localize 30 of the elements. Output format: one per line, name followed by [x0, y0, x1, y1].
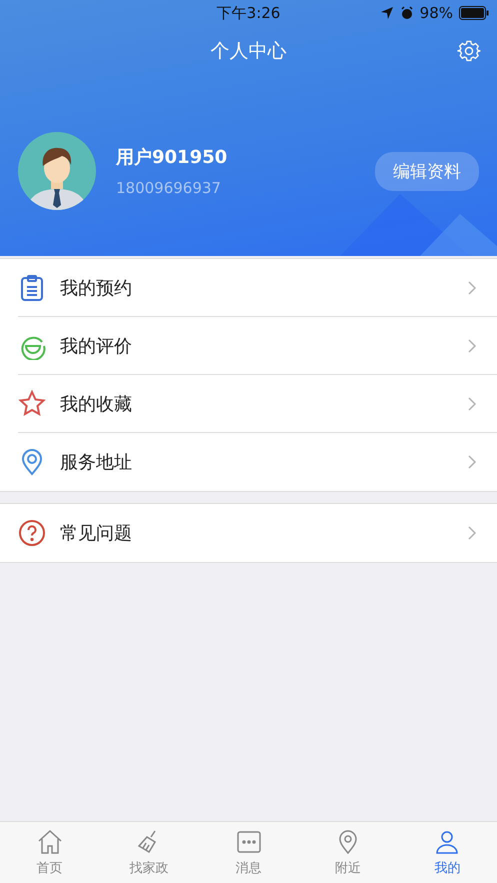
chevron-icon: [467, 338, 477, 354]
tab[interactable]: 找家政: [99, 822, 199, 883]
tab[interactable]: 附近: [298, 822, 398, 883]
menu-item[interactable]: 我的收藏: [0, 375, 497, 433]
edit-profile-button[interactable]: 编辑资料: [375, 152, 479, 190]
user-name: 用户901950: [116, 146, 228, 169]
status-time: 下午3:26: [216, 4, 280, 22]
settings-icon[interactable]: [457, 39, 481, 63]
clipboard-icon: [18, 274, 46, 302]
chevron-icon: [467, 280, 477, 296]
tab[interactable]: 消息: [198, 822, 298, 883]
page-title: 个人中心: [210, 39, 286, 64]
alarm-icon: [400, 6, 414, 20]
chevron-icon: [467, 396, 477, 412]
chevron-icon: [467, 525, 477, 541]
menu-item[interactable]: 我的预约: [0, 259, 497, 317]
location-arrow-icon: [380, 6, 394, 20]
chevron-icon: [467, 454, 477, 470]
phone-number: 18009696937: [116, 179, 222, 197]
question-icon: [18, 519, 46, 547]
star-icon: [18, 390, 46, 418]
message-icon: [234, 828, 263, 854]
menu-item[interactable]: 服务地址: [0, 433, 497, 491]
home-icon: [36, 828, 64, 854]
battery-percent: 98%: [420, 4, 453, 22]
tab[interactable]: 首页: [0, 822, 100, 883]
menu-item[interactable]: 我的评价: [0, 317, 497, 375]
tab[interactable]: 我的: [398, 822, 497, 883]
menu-item[interactable]: 常见问题: [0, 504, 497, 562]
battery-icon: [459, 6, 489, 20]
